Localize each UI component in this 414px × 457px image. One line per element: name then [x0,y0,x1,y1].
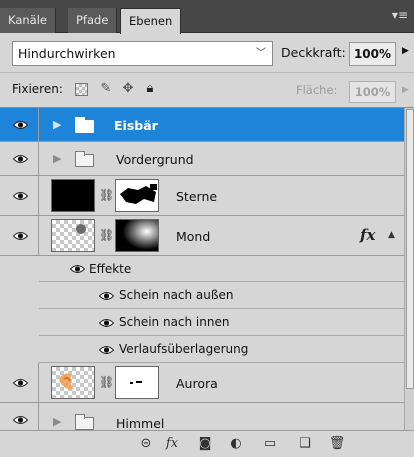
layers-toolbar: ⊝ fx ◙ ◐ ▭ ❑ 🗑︎ [0,430,414,457]
effect-label: Schein nach außen [119,288,234,302]
eye-icon[interactable] [70,264,85,274]
chevron-down-icon: ﹀ [256,48,266,59]
effect-row-outer-glow[interactable]: Schein nach außen [39,282,404,309]
layer-row-mond[interactable]: ⛓ Mond fx ▲ [0,216,404,256]
lock-all-icon[interactable]: 🔒︎ [142,81,158,97]
adjustment-layer-icon[interactable]: ◐ [227,435,245,453]
folder-icon [75,151,94,167]
effect-row-inner-glow[interactable]: Schein nach innen [39,309,404,336]
blend-mode-select[interactable]: Hindurchwirken ﹀ [12,41,273,66]
link-layers-icon[interactable]: ⊝ [137,435,155,453]
layer-name: Vordergrund [116,152,194,167]
lock-row: Fixieren: ✎ ✥ 🔒︎ Fläche: 100% ▶ [0,74,414,108]
add-style-icon[interactable]: fx [163,435,181,453]
new-layer-icon[interactable]: ❑ [296,435,314,453]
opacity-input[interactable]: 100% [349,42,396,66]
effect-label: Verlaufsüberlagerung [119,342,249,356]
layer-mask-thumbnail[interactable] [115,366,159,399]
eye-icon [13,231,28,240]
layers-panel: Kanäle Pfade Ebenen ▾≡ Hindurchwirken ﹀ … [0,0,414,457]
blend-mode-value: Hindurchwirken [18,46,116,61]
eye-icon[interactable] [99,291,114,301]
tab-pfade[interactable]: Pfade [68,8,118,33]
layer-thumbnail[interactable] [51,366,95,399]
blend-row: Hindurchwirken ﹀ Deckkraft: 100% ▶ [0,33,414,73]
layers-list: ▶ Eisbär ▶ Vordergrund ⛓ Sterne ⛓ Mond f… [0,108,414,430]
scrollbar-thumb[interactable] [406,109,414,389]
eye-icon [13,154,28,163]
visibility-toggle[interactable] [0,108,39,141]
chain-link-icon[interactable]: ⛓ [99,188,114,202]
visibility-toggle[interactable] [0,403,39,430]
new-group-icon[interactable]: ▭ [261,435,279,453]
fill-slider-arrow-icon[interactable]: ▶ [402,85,409,95]
effect-row-gradient-overlay[interactable]: Verlaufsüberlagerung [39,336,404,363]
lock-label: Fixieren: [12,82,63,96]
effects-header-row[interactable]: Effekte [39,256,404,282]
fx-icon: fx [360,226,376,244]
visibility-toggle[interactable] [0,176,39,215]
effects-collapse-icon[interactable]: ▲ [388,230,395,240]
add-mask-icon[interactable]: ◙ [196,435,214,453]
layer-row-himmel[interactable]: ▶ Himmel [0,403,404,430]
layer-thumbnail[interactable] [51,179,95,212]
layer-row-eisbaer[interactable]: ▶ Eisbär [0,108,404,142]
eye-icon [13,120,28,129]
layer-mask-thumbnail[interactable] [115,219,159,252]
expand-chevron-icon[interactable]: ▶ [53,152,61,165]
layers-scrollbar[interactable] [404,108,414,430]
chain-link-icon[interactable]: ⛓ [99,375,114,389]
layer-row-vordergrund[interactable]: ▶ Vordergrund [0,142,404,176]
layer-mask-thumbnail[interactable] [115,179,159,212]
layer-name: Aurora [176,376,218,391]
visibility-toggle[interactable] [0,216,39,255]
eye-icon[interactable] [99,318,114,328]
layer-row-sterne[interactable]: ⛓ Sterne [0,176,404,216]
panel-tab-bar: Kanäle Pfade Ebenen ▾≡ [0,0,414,34]
tab-ebenen[interactable]: Ebenen [120,8,182,34]
tab-kanaele[interactable]: Kanäle [0,8,56,33]
visibility-toggle[interactable] [0,142,39,175]
layer-name: Eisbär [114,118,158,133]
expand-chevron-icon[interactable]: ▶ [53,118,61,131]
chain-link-icon[interactable]: ⛓ [99,228,114,242]
aurora-thumbnail-image [59,373,74,390]
folder-icon [75,414,94,430]
mask-preview-image [116,220,158,251]
lock-position-icon[interactable]: ✥ [120,81,136,97]
eye-icon [13,416,28,424]
fill-label: Fläche: [296,83,338,97]
fill-input[interactable]: 100% [349,81,396,103]
mask-preview-image [116,180,158,211]
layer-thumbnail[interactable] [51,219,95,252]
layer-row-aurora[interactable]: ⛓ Aurora [0,363,404,403]
eye-icon [13,191,28,200]
layer-name: Mond [176,229,211,244]
eye-icon[interactable] [99,345,114,355]
expand-chevron-icon[interactable]: ▶ [53,415,61,428]
folder-icon [75,117,94,133]
eye-icon [13,378,28,387]
effect-label: Schein nach innen [119,315,230,329]
layer-name: Himmel [116,416,165,430]
panel-menu-icon[interactable]: ▾≡ [392,8,408,22]
lock-transparency-icon[interactable] [75,83,88,96]
moon-thumbnail-image [76,224,86,234]
opacity-label: Deckkraft: [281,45,346,60]
trash-icon[interactable]: 🗑︎ [328,435,346,453]
mask-preview-image [116,367,158,398]
lock-pixels-icon[interactable]: ✎ [98,81,114,97]
layer-name: Sterne [176,189,218,204]
effects-header-label: Effekte [89,262,132,276]
visibility-toggle[interactable] [0,363,39,402]
opacity-slider-arrow-icon[interactable]: ▶ [402,46,409,56]
